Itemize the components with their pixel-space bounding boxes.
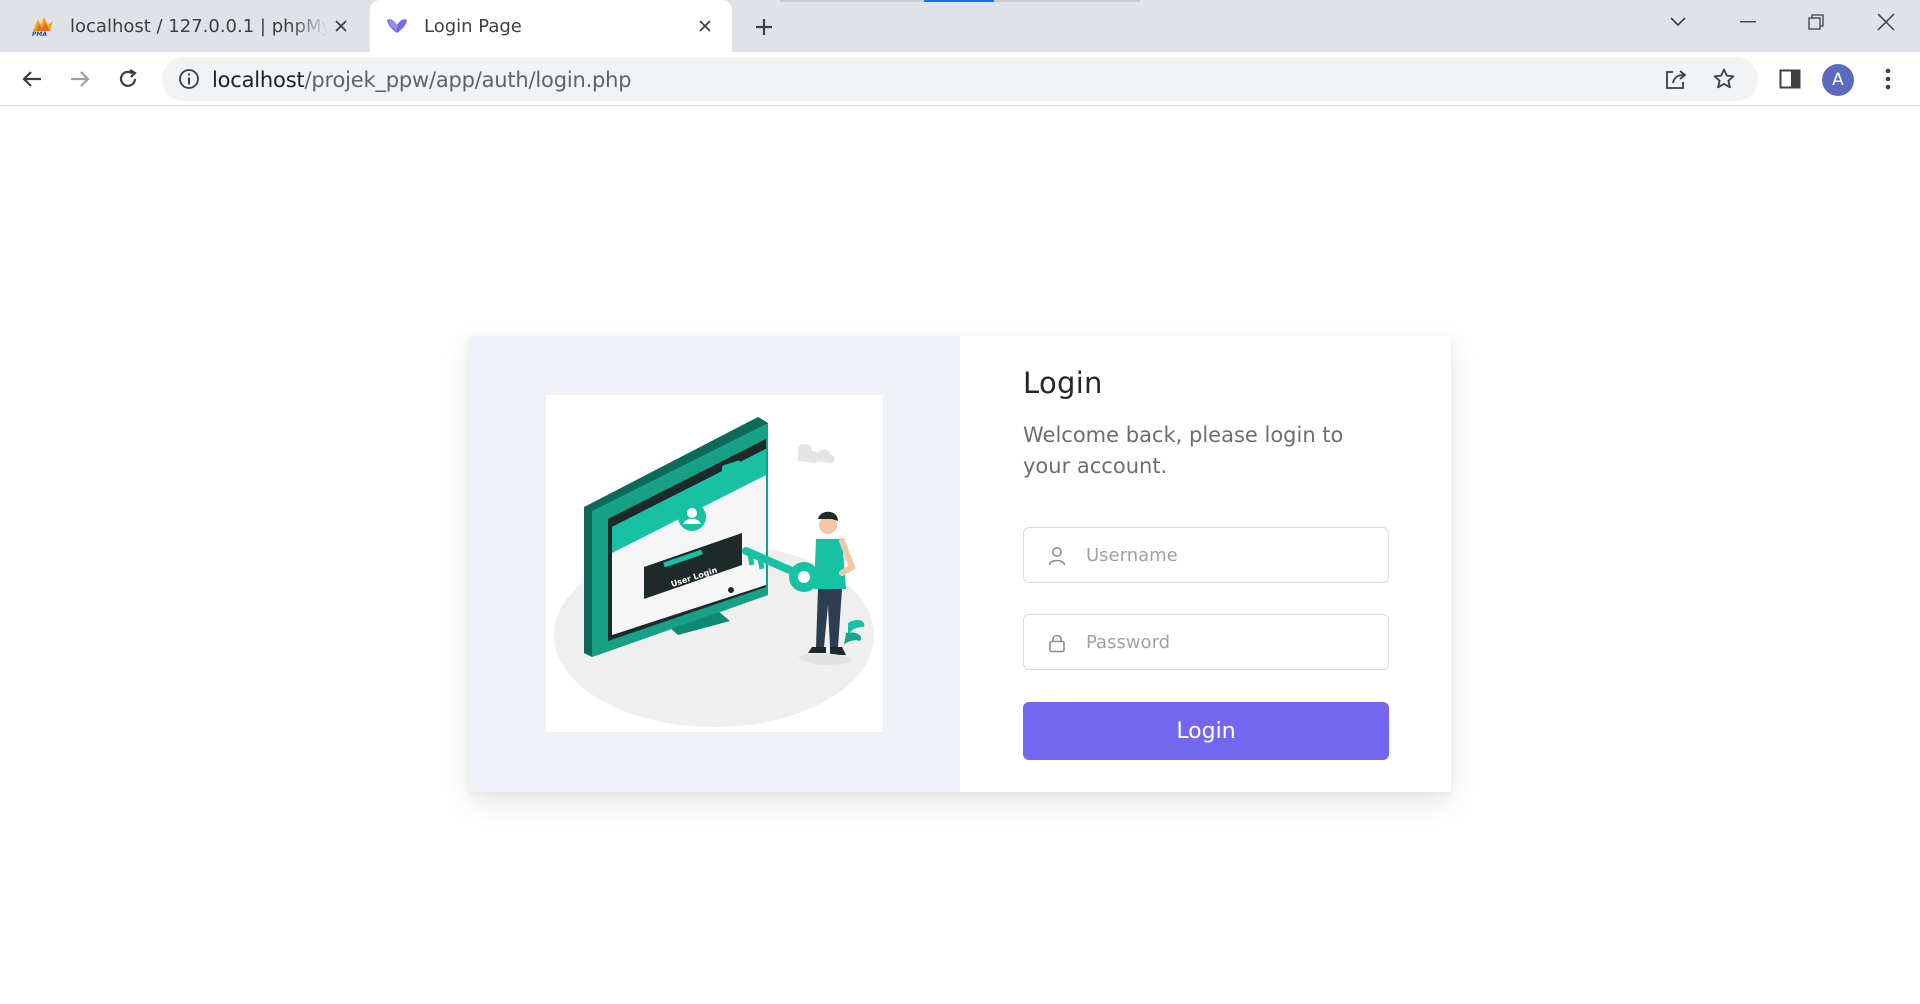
close-tab-icon[interactable]	[692, 13, 718, 39]
user-icon	[1046, 545, 1068, 567]
tab-search-button[interactable]	[1644, 0, 1712, 44]
share-icon[interactable]	[1662, 65, 1690, 93]
profile-avatar[interactable]: A	[1822, 64, 1854, 96]
address-bar[interactable]: localhost/projek_ppw/app/auth/login.php	[162, 57, 1758, 101]
back-button[interactable]	[14, 61, 50, 97]
close-window-button[interactable]	[1852, 0, 1920, 44]
new-tab-button[interactable]	[748, 11, 780, 43]
tab-login-page[interactable]: Login Page	[370, 0, 732, 52]
login-illustration: User Login	[546, 395, 883, 732]
bookmark-star-icon[interactable]	[1710, 65, 1738, 93]
minimize-window-button[interactable]	[1714, 0, 1782, 44]
login-title: Login	[1023, 366, 1103, 400]
url-text[interactable]: localhost/projek_ppw/app/auth/login.php	[212, 68, 632, 92]
restore-window-button[interactable]	[1782, 0, 1850, 44]
username-input[interactable]	[1086, 528, 1376, 582]
username-field[interactable]	[1023, 527, 1389, 583]
menu-kebab-icon[interactable]	[1870, 61, 1906, 97]
reload-button[interactable]	[110, 61, 146, 97]
url-path: /projek_ppw/app/auth/login.php	[304, 68, 632, 92]
illustration-pane: User Login	[469, 336, 960, 792]
tab-phpmyadmin[interactable]: PMA localhost / 127.0.0.1 | phpMyAdmin	[16, 0, 368, 52]
login-card: User Login Login Welcome back, please lo…	[469, 336, 1451, 792]
browser-toolbar: localhost/projek_ppw/app/auth/login.php …	[0, 52, 1920, 106]
welcome-text: Welcome back, please login to your accou…	[1023, 423, 1344, 478]
tab-title: localhost / 127.0.0.1 | phpMyAdmin	[70, 15, 328, 37]
phpmyadmin-icon: PMA	[30, 13, 56, 39]
purple-heart-icon	[384, 13, 410, 39]
side-panel-button[interactable]	[1772, 61, 1808, 97]
tabstrip-loading-indicator	[924, 0, 994, 2]
url-host: localhost	[212, 68, 305, 92]
site-info-icon[interactable]	[176, 66, 202, 92]
browser-tabstrip: PMA localhost / 127.0.0.1 | phpMyAdmin L…	[0, 0, 1920, 52]
lock-icon	[1046, 632, 1068, 654]
login-form-pane: Login Welcome back, please login to your…	[960, 336, 1451, 792]
password-field[interactable]	[1023, 614, 1389, 670]
login-button[interactable]: Login	[1023, 702, 1389, 760]
close-tab-icon[interactable]	[328, 13, 354, 39]
tab-title: Login Page	[424, 15, 522, 37]
forward-button[interactable]	[62, 61, 98, 97]
svg-text:PMA: PMA	[32, 31, 47, 37]
password-input[interactable]	[1086, 615, 1376, 669]
